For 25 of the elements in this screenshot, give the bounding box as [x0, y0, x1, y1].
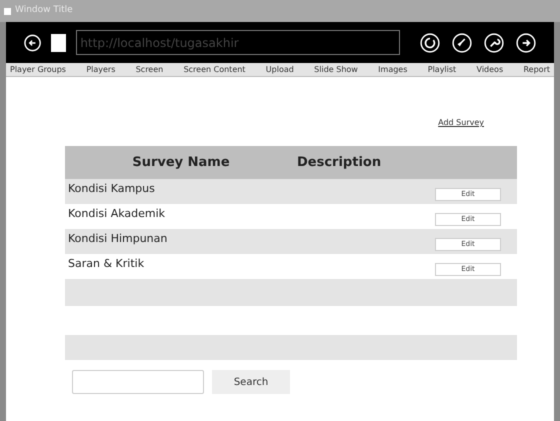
table-cell-text: Kondisi Himpunan	[68, 231, 168, 247]
refresh-icon[interactable]	[420, 32, 440, 52]
add-survey-link[interactable]: Add Survey	[438, 117, 484, 129]
nav-link[interactable]: Images	[378, 64, 408, 76]
nav-link[interactable]: Slide Show	[314, 64, 358, 76]
nav-link[interactable]: Report	[523, 64, 550, 76]
search-field[interactable]	[72, 370, 204, 394]
nav-link[interactable]: Screen	[136, 64, 164, 76]
table-cell-text: Kondisi Kampus	[68, 181, 155, 197]
stop-icon[interactable]	[51, 34, 66, 52]
nav-link[interactable]: Playlist	[428, 64, 456, 76]
nav-link[interactable]: Upload	[266, 64, 294, 76]
nav-link[interactable]: Screen Content	[184, 64, 246, 76]
window-title: Window Title	[15, 4, 73, 18]
forward-icon[interactable]	[516, 32, 536, 52]
nav-link[interactable]: Players	[86, 64, 116, 76]
table-cell-text: Kondisi Akademik	[68, 206, 166, 222]
table-cell-text: Saran & Kritik	[68, 256, 144, 272]
app-icon	[4, 8, 11, 14]
back-icon[interactable]	[24, 34, 42, 52]
search-button[interactable]: Search	[212, 370, 290, 394]
nav-link[interactable]: Player Groups	[10, 64, 66, 76]
nav-link[interactable]: Videos	[476, 64, 504, 76]
column-header: Description	[297, 154, 382, 172]
column-header: Survey Name	[131, 154, 231, 172]
